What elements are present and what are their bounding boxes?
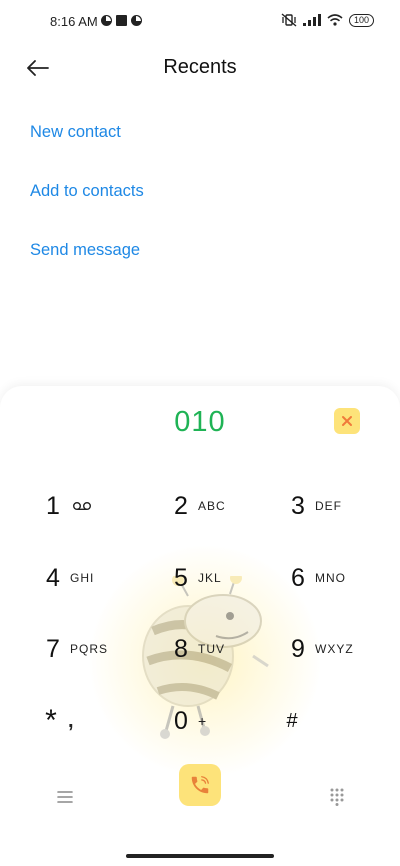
hamburger-menu-icon	[57, 791, 73, 803]
add-to-contacts-link[interactable]: Add to contacts	[30, 182, 144, 201]
status-time: 8:16 AM	[50, 14, 98, 29]
signal-icon	[302, 14, 321, 26]
key-star[interactable]: * ,	[40, 699, 150, 743]
notification-app-icon-2	[131, 15, 142, 26]
key-digit: #	[286, 709, 298, 732]
system-icons: 100	[281, 13, 374, 27]
menu-button[interactable]	[54, 786, 76, 808]
key-letters: PQRS	[70, 642, 109, 656]
key-2[interactable]: 2 ABC	[170, 484, 280, 528]
call-button[interactable]	[179, 764, 221, 806]
delete-button[interactable]	[334, 408, 360, 434]
new-contact-link[interactable]: New contact	[30, 123, 121, 142]
notification-icons	[101, 15, 142, 26]
key-letters: JKL	[198, 571, 222, 585]
notification-square-icon	[116, 15, 127, 26]
key-digit: 1	[46, 491, 60, 520]
key-5[interactable]: 5 JKL	[170, 556, 280, 600]
key-letters: WXYZ	[315, 642, 354, 656]
key-letters: MNO	[315, 571, 346, 585]
keypad-grid-icon	[330, 788, 344, 806]
key-4[interactable]: 4 GHI	[42, 556, 152, 600]
send-message-link[interactable]: Send message	[30, 241, 140, 260]
key-3[interactable]: 3 DEF	[287, 484, 397, 528]
key-letters: ABC	[198, 499, 226, 513]
key-7[interactable]: 7 PQRS	[42, 627, 152, 671]
vibrate-off-icon	[281, 13, 297, 27]
key-letters: DEF	[315, 499, 342, 513]
key-letters: GHI	[70, 571, 95, 585]
key-digit: 9	[291, 634, 305, 663]
dialer-panel: 010 1 2 ABC 3 DEF 4 GHI 5 JKL 6 MNO 7 PQ…	[0, 386, 400, 866]
wifi-icon	[327, 14, 343, 26]
key-8[interactable]: 8 TUV	[170, 627, 280, 671]
key-digit: 8	[174, 634, 188, 663]
key-digit: 3	[291, 491, 305, 520]
home-indicator[interactable]	[126, 854, 274, 858]
key-0[interactable]: 0 +	[170, 699, 280, 743]
status-bar: 8:16 AM 100	[0, 0, 400, 44]
keypad-toggle-button[interactable]	[326, 786, 348, 808]
page-title: Recents	[163, 56, 237, 78]
phone-icon	[191, 776, 209, 794]
key-digit: 0	[174, 706, 188, 735]
key-1[interactable]: 1	[42, 484, 152, 528]
key-digit: 2	[174, 491, 188, 520]
key-digit: 6	[291, 563, 305, 592]
battery-indicator: 100	[348, 13, 374, 27]
key-digit: 4	[46, 563, 60, 592]
notification-app-icon	[101, 15, 112, 26]
key-digit: *	[45, 704, 57, 737]
key-9[interactable]: 9 WXYZ	[287, 627, 397, 671]
key-hash[interactable]: #	[281, 699, 391, 743]
key-6[interactable]: 6 MNO	[287, 556, 397, 600]
key-letters: TUV	[198, 642, 225, 656]
key-digit: 7	[46, 634, 60, 663]
key-letters: ,	[68, 709, 75, 732]
key-digit: 5	[174, 563, 188, 592]
voicemail-icon	[73, 502, 91, 510]
backspace-x-icon	[342, 416, 352, 426]
key-letters: +	[198, 713, 208, 729]
